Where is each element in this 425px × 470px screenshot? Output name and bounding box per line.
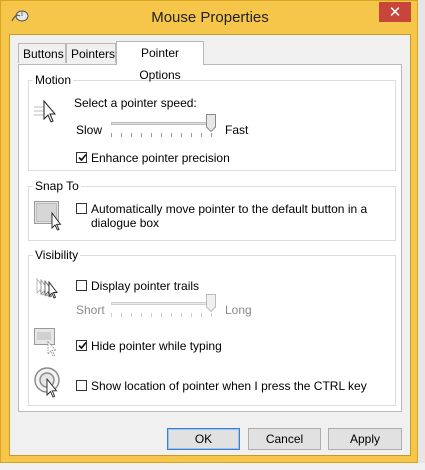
apply-button[interactable]: Apply [328, 428, 402, 450]
tab-label: Pointer Options [139, 46, 181, 82]
close-icon: ✕ [388, 3, 402, 21]
checkmark-icon [78, 153, 87, 162]
speed-slider-thumb[interactable] [205, 114, 216, 132]
motion-heading: Motion [33, 73, 74, 87]
tab-label: Buttons [23, 47, 64, 61]
enhance-precision-checkbox[interactable] [76, 152, 87, 163]
snap-to-default-checkbox[interactable] [76, 203, 87, 214]
window-title: Mouse Properties [151, 9, 269, 26]
snap-to-heading: Snap To [33, 179, 81, 193]
tab-pointer-options[interactable]: Pointer Options [116, 41, 204, 82]
tab-panel: Motion Select a pointer speed: Slow Fast… [18, 64, 402, 412]
dialog-client-area: Buttons Pointers Pointer Options Motion … [9, 34, 411, 456]
trails-slider-thumb[interactable] [205, 294, 216, 312]
snap-to-label-line2: dialogue box [91, 216, 160, 230]
trails-slider-track[interactable] [111, 302, 215, 305]
window-frame: Mouse Properties ✕ Buttons Pointers Poin… [0, 0, 418, 463]
pointer-location-icon [34, 367, 60, 398]
speed-slider-ticks [111, 133, 215, 137]
show-location-checkbox[interactable] [76, 380, 87, 391]
visibility-group: Visibility Display pointer trails Short … [28, 248, 396, 406]
snap-to-group: Snap To Automatically move pointer to th… [28, 179, 396, 241]
tab-pointers[interactable]: Pointers [66, 43, 116, 63]
tab-buttons[interactable]: Buttons [18, 43, 66, 63]
pointer-trails-icon [36, 278, 58, 299]
pointer-motion-icon [34, 99, 57, 123]
window-shadow-bottom [0, 463, 425, 470]
pointer-trails-checkbox[interactable] [76, 280, 87, 291]
cancel-button[interactable]: Cancel [248, 428, 321, 450]
snap-to-label-line1: Automatically move pointer to the defaul… [91, 202, 368, 216]
hide-pointer-typing-checkbox[interactable] [76, 340, 87, 351]
checkmark-icon [78, 341, 87, 350]
motion-group: Motion Select a pointer speed: Slow Fast… [28, 73, 396, 171]
slow-label: Slow [76, 123, 103, 137]
close-button[interactable]: ✕ [379, 2, 411, 22]
fast-label: Fast [225, 123, 249, 137]
window-shadow-right [418, 0, 425, 463]
snap-to-button-icon [34, 201, 62, 231]
tab-label: Pointers [71, 47, 116, 61]
ok-button[interactable]: OK [167, 428, 240, 450]
enhance-precision-label: Enhance pointer precision [91, 151, 230, 165]
short-label: Short [76, 303, 105, 317]
show-location-label: Show location of pointer when I press th… [91, 379, 367, 393]
title-bar[interactable]: Mouse Properties ✕ [1, 1, 419, 35]
hide-pointer-typing-label: Hide pointer while typing [91, 339, 222, 353]
speed-slider-track[interactable] [111, 122, 215, 125]
visibility-heading: Visibility [33, 248, 81, 262]
trails-slider-ticks [111, 313, 215, 317]
speed-label: Select a pointer speed: [74, 96, 197, 110]
pointer-trails-label: Display pointer trails [91, 279, 200, 293]
long-label: Long [225, 303, 252, 317]
hide-pointer-typing-icon [34, 328, 57, 357]
